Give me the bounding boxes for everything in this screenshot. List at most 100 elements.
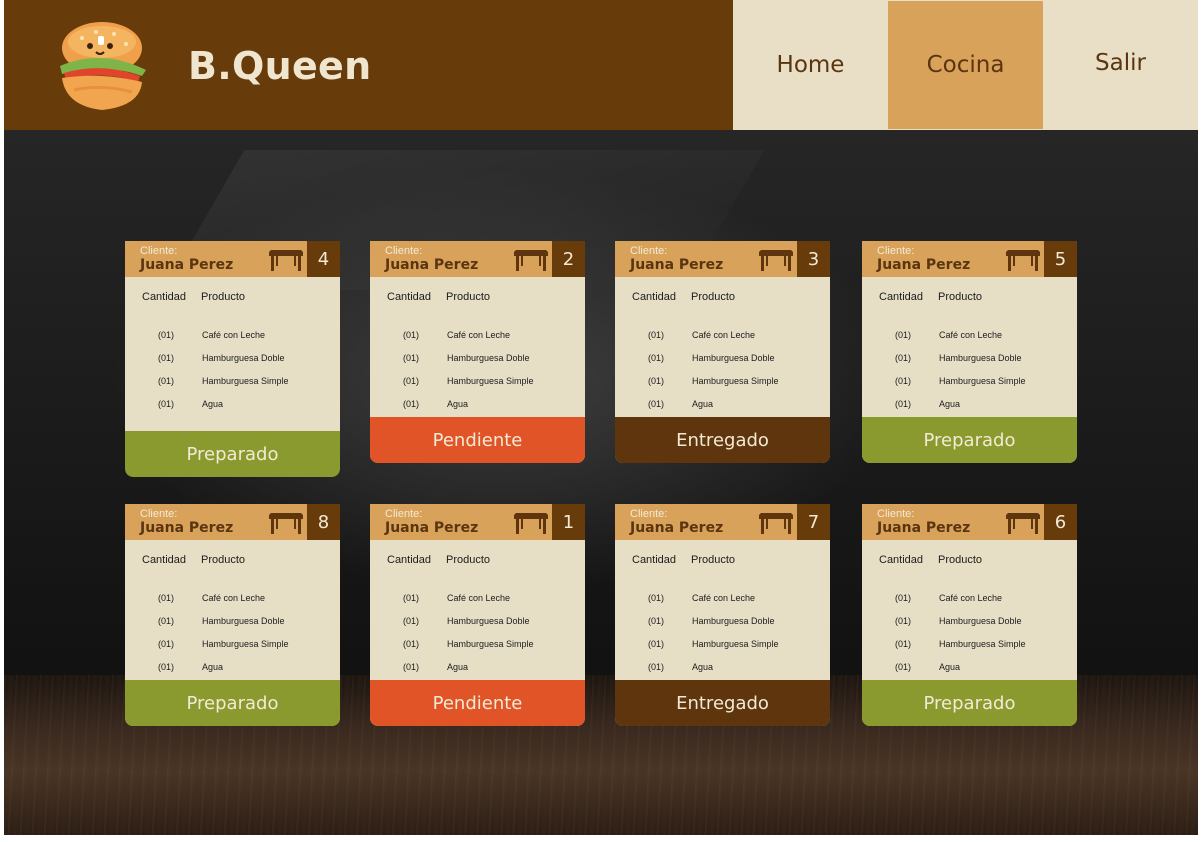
item-product: Hamburguesa Simple — [202, 376, 289, 386]
item-product: Hamburguesa Doble — [939, 616, 1022, 626]
item-quantity: (01) — [895, 399, 912, 409]
nav-cocina[interactable]: Cocina — [888, 1, 1043, 129]
product-column-header: Producto — [691, 291, 736, 303]
nav-salir[interactable]: Salir — [1043, 0, 1198, 130]
status-button-pendiente[interactable]: Pendiente — [370, 680, 585, 726]
table-icon — [514, 250, 548, 271]
product-column-header: Producto — [446, 291, 491, 303]
table-icon — [1006, 513, 1040, 534]
nav-bar: Home Cocina Salir — [733, 0, 1198, 130]
client-name: Juana Perez — [877, 257, 971, 273]
item-quantity: (01) — [158, 330, 175, 340]
item-product: Café con Leche — [692, 330, 756, 340]
item-product: Café con Leche — [939, 593, 1003, 603]
item-product: Hamburguesa Doble — [692, 616, 775, 626]
item-quantity: (01) — [648, 593, 665, 603]
order-card-header: Cliente: Juana Perez 4 — [125, 241, 340, 277]
qty-column-header: Cantidad — [142, 291, 187, 303]
table-number: 6 — [1044, 504, 1077, 540]
client-name: Juana Perez — [385, 520, 479, 536]
order-card-header: Cliente: Juana Perez 5 — [862, 241, 1077, 277]
item-product: Agua — [939, 399, 961, 409]
item-quantity: (01) — [403, 616, 420, 626]
item-product: Hamburguesa Doble — [202, 353, 285, 363]
table-icon — [1006, 250, 1040, 271]
qty-column-header: Cantidad — [632, 291, 677, 303]
status-button-entregado[interactable]: Entregado — [615, 417, 830, 463]
nav-home[interactable]: Home — [733, 0, 888, 130]
item-product: Agua — [447, 399, 469, 409]
app-frame: B.Queen Home Cocina Salir Cliente: Juana… — [4, 0, 1198, 835]
item-quantity: (01) — [648, 330, 665, 340]
item-product: Hamburguesa Simple — [447, 639, 534, 649]
client-label: Cliente: — [877, 245, 915, 257]
qty-column-header: Cantidad — [879, 291, 924, 303]
qty-column-header: Cantidad — [387, 291, 432, 303]
table-number: 7 — [797, 504, 830, 540]
brand-name: B.Queen — [188, 44, 372, 88]
status-button-entregado[interactable]: Entregado — [615, 680, 830, 726]
client-label: Cliente: — [385, 245, 423, 257]
item-product: Hamburguesa Simple — [692, 376, 779, 386]
product-column-header: Producto — [938, 291, 983, 303]
header: B.Queen Home Cocina Salir — [4, 0, 1198, 130]
item-quantity: (01) — [403, 353, 420, 363]
item-quantity: (01) — [158, 616, 175, 626]
item-quantity: (01) — [403, 593, 420, 603]
item-quantity: (01) — [158, 399, 175, 409]
item-product: Café con Leche — [202, 330, 266, 340]
product-column-header: Producto — [201, 291, 246, 303]
item-product: Hamburguesa Doble — [939, 353, 1022, 363]
item-product: Hamburguesa Doble — [447, 353, 530, 363]
client-label: Cliente: — [630, 245, 668, 257]
status-button-preparado[interactable]: Preparado — [862, 417, 1077, 463]
client-name: Juana Perez — [630, 520, 724, 536]
order-card-header: Cliente: Juana Perez 6 — [862, 504, 1077, 540]
client-name: Juana Perez — [630, 257, 724, 273]
item-quantity: (01) — [895, 616, 912, 626]
client-name: Juana Perez — [140, 520, 234, 536]
client-label: Cliente: — [630, 508, 668, 520]
status-button-preparado[interactable]: Preparado — [125, 680, 340, 726]
item-product: Agua — [202, 399, 224, 409]
qty-column-header: Cantidad — [879, 554, 924, 566]
item-product: Hamburguesa Simple — [202, 639, 289, 649]
item-quantity: (01) — [648, 376, 665, 386]
item-product: Agua — [202, 662, 224, 672]
order-card: Cliente: Juana Perez 4 Cantidad Producto… — [125, 241, 340, 477]
order-card: Cliente: Juana Perez 8 Cantidad Producto… — [125, 504, 340, 726]
item-product: Hamburguesa Doble — [692, 353, 775, 363]
item-product: Hamburguesa Doble — [202, 616, 285, 626]
order-card: Cliente: Juana Perez 2 Cantidad Producto… — [370, 241, 585, 463]
kitchen-board: Cliente: Juana Perez 4 Cantidad Producto… — [4, 130, 1198, 835]
status-button-preparado[interactable]: Preparado — [125, 431, 340, 477]
item-quantity: (01) — [895, 376, 912, 386]
item-quantity: (01) — [895, 662, 912, 672]
product-column-header: Producto — [938, 554, 983, 566]
item-product: Hamburguesa Simple — [447, 376, 534, 386]
status-button-pendiente[interactable]: Pendiente — [370, 417, 585, 463]
table-icon — [269, 513, 303, 534]
item-quantity: (01) — [403, 639, 420, 649]
client-label: Cliente: — [385, 508, 423, 520]
burger-logo-icon — [60, 22, 146, 110]
item-quantity: (01) — [158, 376, 175, 386]
product-column-header: Producto — [446, 554, 491, 566]
product-column-header: Producto — [691, 554, 736, 566]
item-product: Café con Leche — [447, 593, 511, 603]
item-quantity: (01) — [403, 399, 420, 409]
item-quantity: (01) — [648, 639, 665, 649]
item-quantity: (01) — [158, 639, 175, 649]
item-quantity: (01) — [158, 662, 175, 672]
status-button-preparado[interactable]: Preparado — [862, 680, 1077, 726]
table-number: 2 — [552, 241, 585, 277]
item-product: Hamburguesa Simple — [692, 639, 779, 649]
item-quantity: (01) — [403, 330, 420, 340]
client-label: Cliente: — [140, 245, 178, 257]
table-number: 1 — [552, 504, 585, 540]
order-card: Cliente: Juana Perez 7 Cantidad Producto… — [615, 504, 830, 726]
item-quantity: (01) — [158, 593, 175, 603]
client-name: Juana Perez — [140, 257, 234, 273]
item-product: Agua — [939, 662, 961, 672]
order-card-header: Cliente: Juana Perez 1 — [370, 504, 585, 540]
